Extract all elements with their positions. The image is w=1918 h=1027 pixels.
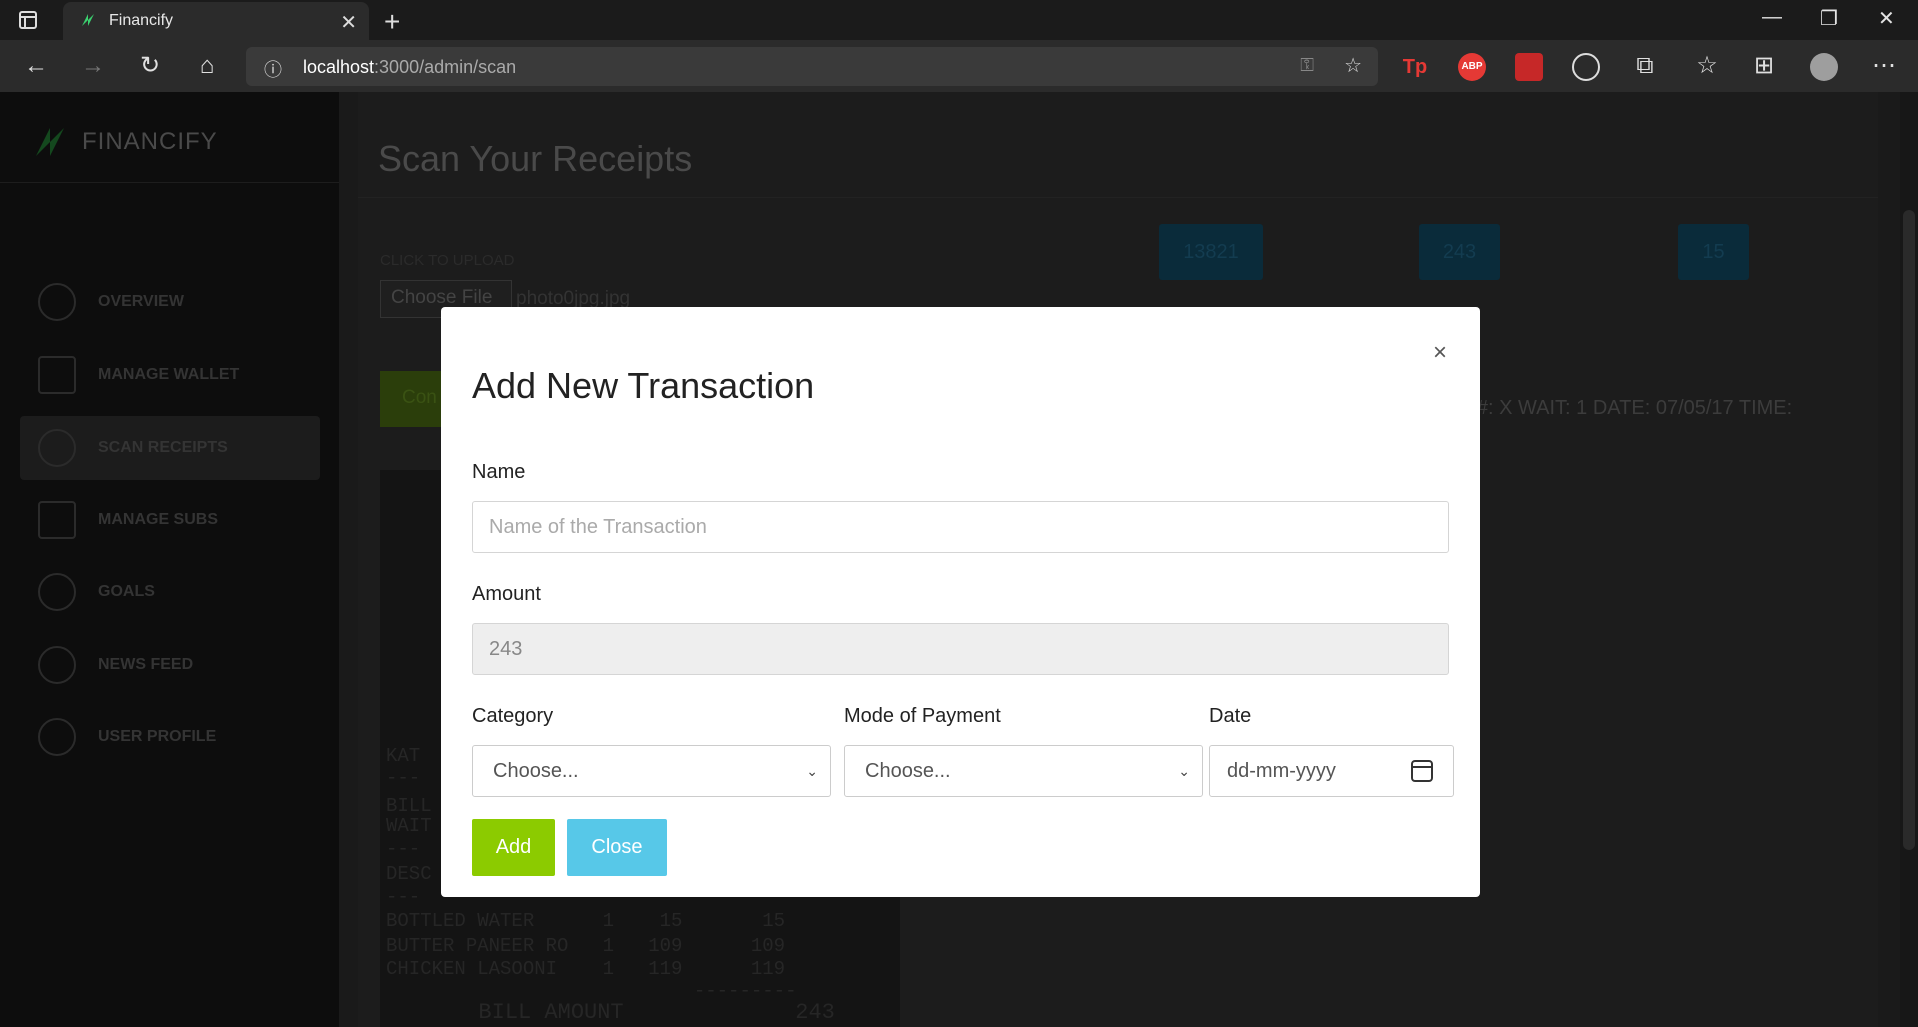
amount-label: Amount xyxy=(472,583,541,605)
pie-chart-icon xyxy=(38,283,76,321)
forward-icon[interactable]: → xyxy=(77,50,109,82)
favorites-icon[interactable]: ☆ xyxy=(1691,50,1723,82)
receipt-line: --- xyxy=(386,838,421,860)
page-title: Scan Your Receipts xyxy=(378,138,693,179)
sidebar-item-label: SCAN RECEIPTS xyxy=(98,439,228,456)
chevron-down-icon: ⌄ xyxy=(806,763,818,779)
result-badge: 243 xyxy=(1419,224,1500,280)
receipt-line: --- xyxy=(386,767,421,789)
sidebar-item-label: OVERVIEW xyxy=(98,293,184,310)
sidebar-item-label: MANAGE WALLET xyxy=(98,366,240,383)
sidebar-item-manage-subs[interactable]: MANAGE SUBS xyxy=(20,488,320,552)
receipt-line: --------- xyxy=(386,980,797,1002)
home-icon[interactable]: ⌂ xyxy=(191,50,223,82)
name-label: Name xyxy=(472,461,526,483)
title-divider xyxy=(358,197,1878,198)
location-pin-icon xyxy=(38,573,76,611)
atom-icon xyxy=(38,646,76,684)
address-bar[interactable]: ⓘ localhost:3000/admin/scan ⚿ ☆ xyxy=(246,47,1378,86)
extensions-icon[interactable]: ⧉ xyxy=(1629,50,1661,82)
date-label: Date xyxy=(1209,705,1252,727)
upload-label: CLICK TO UPLOAD xyxy=(380,252,515,269)
payment-select[interactable]: Choose... ⌄ xyxy=(844,745,1203,797)
payment-selected-value: Choose... xyxy=(865,760,951,782)
date-placeholder: dd-mm-yyyy xyxy=(1227,760,1336,782)
minimize-icon[interactable]: — xyxy=(1762,6,1782,29)
search-icon xyxy=(38,429,76,467)
restore-icon[interactable]: ❐ xyxy=(1820,6,1838,31)
receipt-line: CHICKEN LASOONI 1 119 119 xyxy=(386,958,786,980)
url-text: localhost:3000/admin/scan xyxy=(303,57,517,77)
category-label: Category xyxy=(472,705,554,727)
reload-icon[interactable]: ↻ xyxy=(134,50,166,82)
tab-title: Financify xyxy=(109,12,174,29)
financify-logo-icon xyxy=(36,128,64,156)
new-tab-icon[interactable]: + xyxy=(384,6,400,38)
chevron-down-icon: ⌄ xyxy=(1178,763,1190,779)
ocr-text: E #: X WAIT: 1 DATE: 07/05/17 TIME: xyxy=(1458,397,1793,419)
key-icon[interactable]: ⚿ xyxy=(1300,55,1314,76)
tab-close-icon[interactable]: ✕ xyxy=(340,10,357,35)
result-badge: 13821 xyxy=(1159,224,1263,280)
sidebar-item-label: MANAGE SUBS xyxy=(98,511,219,528)
add-transaction-modal: Add New Transaction × Name Name of the T… xyxy=(441,307,1480,897)
tab-strip: Financify ✕ + — ❐ ✕ xyxy=(0,0,1918,40)
browser-chrome: Financify ✕ + — ❐ ✕ ← → ↻ ⌂ ⓘ localhost:… xyxy=(0,0,1918,92)
back-icon[interactable]: ← xyxy=(20,50,52,82)
newspaper-icon xyxy=(38,501,76,539)
sidebar-item-label: GOALS xyxy=(98,583,155,600)
sidebar-item-label: NEWS FEED xyxy=(98,656,194,673)
site-info-icon[interactable]: ⓘ xyxy=(264,56,282,82)
receipt-line: BILL xyxy=(386,795,432,817)
clipboard-icon xyxy=(38,356,76,394)
user-icon xyxy=(38,718,76,756)
name-field[interactable]: Name of the Transaction xyxy=(472,501,1449,553)
more-menu-icon[interactable]: ⋯ xyxy=(1868,50,1900,82)
confirm-button[interactable]: Con xyxy=(380,371,450,427)
sidebar-item-news-feed[interactable]: NEWS FEED xyxy=(20,633,320,697)
sidebar-item-scan-receipts[interactable]: SCAN RECEIPTS xyxy=(20,416,320,480)
add-button[interactable]: Add xyxy=(472,819,555,876)
receipt-line: WAIT xyxy=(386,815,432,837)
receipt-line: DESC xyxy=(386,863,432,885)
add-favorite-icon[interactable]: ☆ xyxy=(1344,53,1362,78)
collections-icon[interactable]: ⊞ xyxy=(1748,50,1780,82)
scrollbar-thumb[interactable] xyxy=(1903,210,1915,850)
modal-title: Add New Transaction xyxy=(472,365,815,406)
modal-close-icon[interactable]: × xyxy=(1433,339,1447,367)
sidebar-item-manage-wallet[interactable]: MANAGE WALLET xyxy=(20,343,320,407)
category-select[interactable]: Choose... ⌄ xyxy=(472,745,831,797)
receipt-line: --- xyxy=(386,886,421,908)
sidebar-item-label: USER PROFILE xyxy=(98,728,217,745)
receipt-line: BUTTER PANEER RO 1 109 109 xyxy=(386,935,786,957)
calendar-icon[interactable] xyxy=(1411,760,1433,782)
sidebar-item-user-profile[interactable]: USER PROFILE xyxy=(20,705,320,769)
receipt-line: BILL AMOUNT 243 xyxy=(386,1000,835,1025)
payment-label: Mode of Payment xyxy=(844,705,1001,727)
result-badge: 15 xyxy=(1678,224,1749,280)
sidebar-item-goals[interactable]: GOALS xyxy=(20,560,320,624)
nav-bar: ← → ↻ ⌂ ⓘ localhost:3000/admin/scan ⚿ ☆ … xyxy=(0,40,1918,92)
profile-avatar-icon[interactable] xyxy=(1810,53,1838,81)
close-window-icon[interactable]: ✕ xyxy=(1878,6,1895,31)
photo-extension-icon[interactable] xyxy=(1515,53,1543,81)
abp-extension-icon[interactable]: ABP xyxy=(1458,53,1486,81)
sidebar-item-overview[interactable]: OVERVIEW xyxy=(20,270,320,334)
page-scrollbar[interactable] xyxy=(1900,92,1918,1027)
receipt-line: KAT xyxy=(386,745,421,767)
tp-extension-icon[interactable]: Tp xyxy=(1401,53,1429,81)
brand[interactable]: FINANCIFY xyxy=(30,122,218,162)
date-field[interactable]: dd-mm-yyyy xyxy=(1209,745,1454,797)
amount-field[interactable]: 243 xyxy=(472,623,1449,675)
brand-name: FINANCIFY xyxy=(82,128,218,155)
category-selected-value: Choose... xyxy=(493,760,579,782)
receipt-line: BOTTLED WATER 1 15 15 xyxy=(386,910,786,932)
target-extension-icon[interactable] xyxy=(1572,53,1600,81)
sidebar: FINANCIFY OVERVIEW MANAGE WALLET SCAN RE… xyxy=(0,92,339,1027)
tab-actions-icon[interactable] xyxy=(18,10,44,32)
tab-financify[interactable]: Financify ✕ xyxy=(63,2,369,40)
financify-favicon-icon xyxy=(82,14,94,26)
close-button[interactable]: Close xyxy=(567,819,667,876)
sidebar-divider xyxy=(0,182,339,183)
